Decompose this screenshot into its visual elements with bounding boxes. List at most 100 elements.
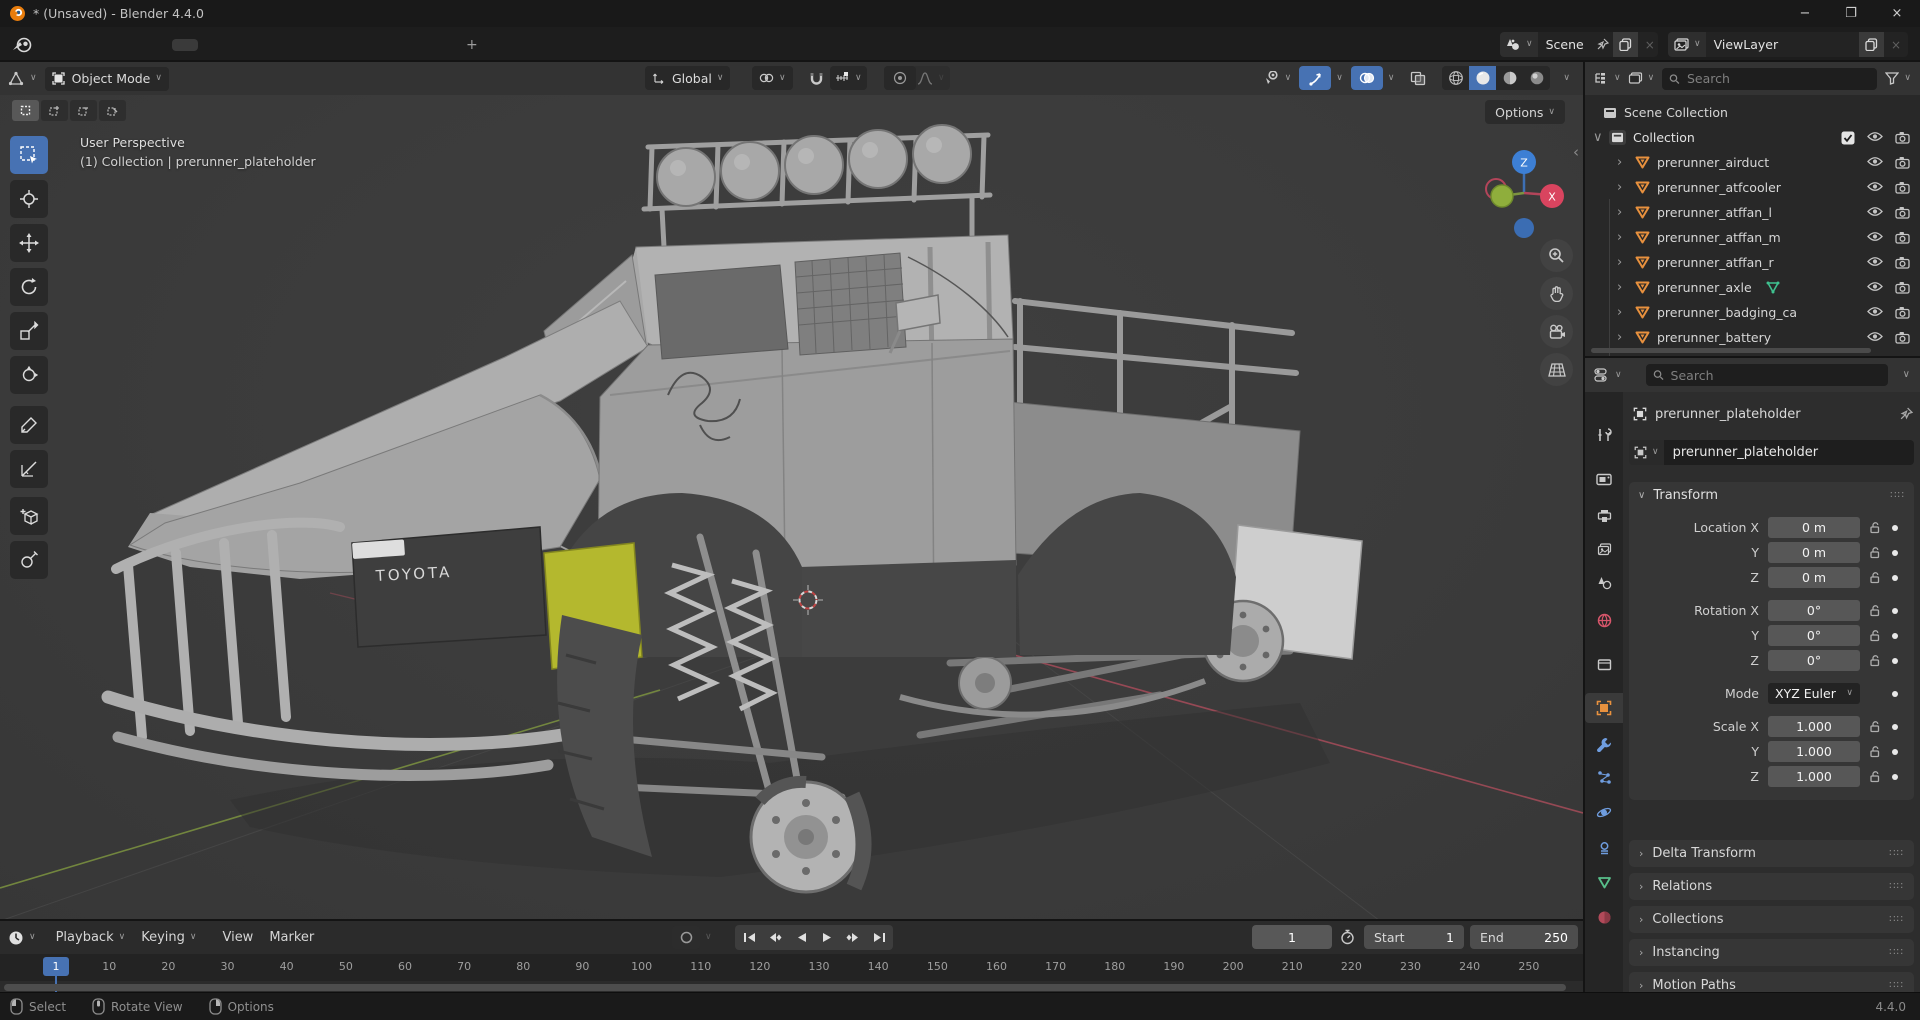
outliner-object-row[interactable]: › prerunner_atfcooler: [1585, 175, 1920, 200]
disable-in-renders-camera-icon[interactable]: [1895, 306, 1910, 319]
properties-options-dropdown[interactable]: ∨: [1903, 370, 1910, 380]
navigation-gizmo[interactable]: Z X: [1478, 147, 1570, 239]
outliner-object-row[interactable]: › prerunner_atffan_l: [1585, 200, 1920, 225]
move-tool[interactable]: [10, 224, 48, 262]
xray-toggle[interactable]: [1402, 66, 1434, 90]
outliner-filter-button[interactable]: ∨: [1885, 72, 1911, 85]
transform-value-field[interactable]: 1.000∨: [1768, 741, 1860, 762]
lock-icon[interactable]: [1869, 720, 1882, 733]
grid-ortho-button[interactable]: [1540, 353, 1573, 386]
jump-to-end-button[interactable]: [867, 927, 891, 948]
play-reverse-button[interactable]: [789, 927, 813, 948]
keyframe-dot[interactable]: [1892, 773, 1898, 780]
disable-in-renders-camera-icon[interactable]: [1895, 231, 1910, 244]
tab-scene[interactable]: [1585, 568, 1623, 598]
lock-icon[interactable]: [1869, 745, 1882, 758]
rotate-tool[interactable]: [10, 268, 48, 306]
workspace-tab[interactable]: [302, 39, 328, 51]
outliner-object-row[interactable]: › prerunner_badging_ca: [1585, 300, 1920, 325]
current-frame-field[interactable]: 1: [1252, 925, 1332, 949]
outliner-scrollbar[interactable]: [1591, 348, 1871, 353]
shading-rendered-button[interactable]: [1523, 66, 1550, 90]
lock-icon[interactable]: [1869, 770, 1882, 783]
viewlayer-browse-button[interactable]: ∨: [1668, 32, 1706, 57]
collapse-sidebar-icon[interactable]: ‹: [1573, 143, 1579, 161]
mode-selector[interactable]: Object Mode ∨: [44, 66, 169, 91]
disable-in-renders-camera-icon[interactable]: [1895, 206, 1910, 219]
transform-value-field[interactable]: XYZ Euler ∨: [1768, 683, 1860, 704]
transform-value-field[interactable]: 0°∨: [1768, 650, 1860, 671]
new-scene-button[interactable]: [1612, 32, 1638, 57]
close-button[interactable]: ×: [1874, 0, 1920, 27]
outliner-object-row[interactable]: › prerunner_atffan_r: [1585, 250, 1920, 275]
camera-view-button[interactable]: [1540, 315, 1573, 348]
tab-view-layer[interactable]: [1585, 535, 1623, 565]
outliner-object-row[interactable]: › prerunner_battery: [1585, 325, 1920, 350]
shading-wireframe-button[interactable]: [1442, 66, 1469, 90]
collapsed-panel-header[interactable]: › Relations ∷∷: [1629, 873, 1914, 900]
transform-value-field[interactable]: 0°∨: [1768, 600, 1860, 621]
tab-object-data[interactable]: [1585, 867, 1623, 897]
timeline-scrollbar[interactable]: [4, 984, 1566, 991]
transform-tool[interactable]: [10, 356, 48, 394]
editor-type-button[interactable]: ∨: [8, 71, 37, 86]
outliner-collection-row[interactable]: ∨ Collection: [1585, 125, 1920, 150]
prev-keyframe-button[interactable]: [763, 927, 787, 948]
blender-menu-logo-icon[interactable]: [12, 37, 32, 53]
transform-value-field[interactable]: 1.000∨: [1768, 766, 1860, 787]
panel-drag-handle[interactable]: ∷∷: [1889, 881, 1904, 892]
auto-keying-toggle[interactable]: ∨: [672, 926, 712, 949]
transform-orientation-dropdown[interactable]: Global ∨: [645, 66, 731, 90]
new-viewlayer-button[interactable]: [1858, 32, 1884, 57]
outliner-scene-collection-row[interactable]: Scene Collection: [1585, 100, 1920, 125]
hide-in-viewport-eye-icon[interactable]: [1867, 331, 1883, 344]
tab-object[interactable]: [1585, 693, 1623, 723]
divider[interactable]: [0, 919, 1583, 921]
outliner-object-row[interactable]: › prerunner_airduct: [1585, 150, 1920, 175]
remove-viewlayer-button[interactable]: ×: [1884, 38, 1908, 52]
panel-drag-handle[interactable]: ∷∷: [1889, 947, 1904, 958]
frame-start-field[interactable]: Start 1: [1364, 925, 1464, 949]
jump-to-start-button[interactable]: [737, 927, 761, 948]
select-mode-invert-button[interactable]: [99, 100, 126, 121]
outliner-object-row[interactable]: › prerunner_axle: [1585, 275, 1920, 300]
playhead-badge[interactable]: 1: [43, 957, 69, 976]
viewport-menu-item[interactable]: [229, 75, 247, 83]
tab-tool[interactable]: [1585, 420, 1623, 450]
zoom-button[interactable]: [1540, 239, 1573, 272]
object-id-icon-button[interactable]: ∨: [1629, 440, 1664, 465]
viewport-menu-item[interactable]: [211, 75, 229, 83]
select-mode-set-button[interactable]: [12, 100, 39, 121]
disable-in-renders-camera-icon[interactable]: [1895, 281, 1910, 294]
add-workspace-button[interactable]: +: [458, 35, 486, 55]
next-keyframe-button[interactable]: [841, 927, 865, 948]
expand-icon[interactable]: ›: [1617, 180, 1629, 195]
workspace-tab[interactable]: [276, 39, 302, 51]
expand-icon[interactable]: ›: [1617, 155, 1629, 170]
workspace-tab[interactable]: [380, 39, 406, 51]
hide-in-viewport-eye-icon[interactable]: [1867, 181, 1883, 194]
marker-menu[interactable]: Marker: [261, 926, 322, 949]
keyframe-dot[interactable]: [1892, 632, 1898, 639]
workspace-tab[interactable]: [224, 39, 250, 51]
viewport-menu-item[interactable]: [175, 75, 193, 83]
expand-icon[interactable]: ›: [1617, 255, 1629, 270]
object-visibility-dropdown[interactable]: ∨: [1263, 71, 1291, 85]
interact-tool[interactable]: [10, 541, 48, 579]
expand-icon[interactable]: ›: [1617, 205, 1629, 220]
cursor-tool[interactable]: [10, 180, 48, 218]
disable-in-renders-camera-icon[interactable]: [1895, 256, 1910, 269]
menu-item[interactable]: [126, 40, 148, 50]
lock-icon[interactable]: [1869, 654, 1882, 667]
proportional-falloff-dropdown[interactable]: ∨: [912, 66, 950, 90]
pan-hand-button[interactable]: [1540, 277, 1573, 310]
menu-item[interactable]: [60, 40, 82, 50]
select-box-tool[interactable]: [10, 136, 48, 174]
timeline-editor-type-button[interactable]: ∨: [8, 930, 36, 946]
breadcrumb-object-name[interactable]: prerunner_plateholder: [1655, 407, 1801, 422]
workspace-tab[interactable]: [406, 39, 432, 51]
hide-in-viewport-eye-icon[interactable]: [1867, 131, 1883, 145]
keyframe-dot[interactable]: [1892, 524, 1898, 531]
timeline-ruler[interactable]: 10 20 30 40 50 60 70 80 90 100 110 120 130 140 150 160 1…: [0, 954, 1583, 992]
workspace-tab[interactable]: [250, 39, 276, 51]
